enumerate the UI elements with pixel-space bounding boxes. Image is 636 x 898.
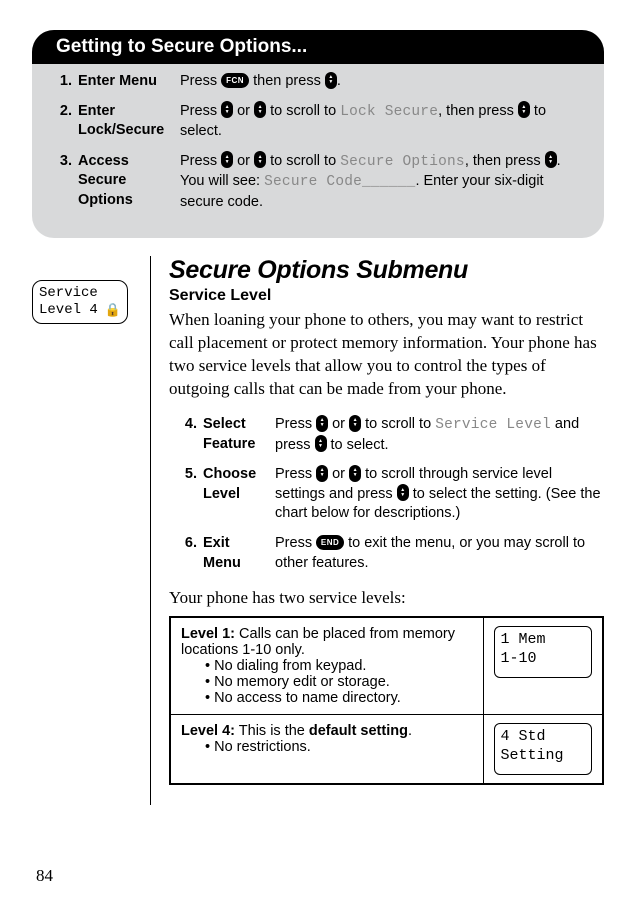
scroll-key-icon: [349, 415, 361, 432]
table-row: Level 1: Calls can be placed from memory…: [170, 617, 603, 715]
step-label: Choose Level: [203, 465, 275, 524]
step-desc: Press or to scroll to Lock Secure, then …: [180, 102, 584, 142]
submenu-steps: 4.Select FeaturePress or to scroll to Se…: [169, 415, 604, 573]
levels-intro: Your phone has two service levels:: [169, 587, 604, 610]
step-row: 3.Access Secure OptionsPress or to scrol…: [56, 152, 584, 213]
step-row: 5.Choose LevelPress or to scroll through…: [181, 465, 604, 524]
step-desc: Press FCN then press .: [180, 72, 584, 92]
level-bullet: • No access to name directory.: [205, 690, 473, 706]
scroll-key-icon: [349, 465, 361, 482]
lcd-text: Lock Secure: [340, 104, 438, 120]
level-screen-cell: 4 StdSetting: [483, 715, 603, 785]
side-lcd-box: Service Level 4 🔒: [32, 280, 128, 324]
lcd-text: Secure Options: [340, 154, 465, 170]
scroll-key-icon: [316, 465, 328, 482]
side-lcd-line1: Service: [39, 285, 121, 302]
step-row: 1.Enter MenuPress FCN then press .: [56, 72, 584, 92]
step-row: 2.Enter Lock/SecurePress or to scroll to…: [56, 102, 584, 142]
step-label: Exit Menu: [203, 534, 275, 573]
scroll-key-icon: [316, 415, 328, 432]
side-column: Service Level 4 🔒: [32, 256, 150, 324]
step-number: 3.: [56, 152, 78, 213]
submenu-title: Secure Options Submenu: [169, 256, 604, 285]
step-row: 4.Select FeaturePress or to scroll to Se…: [181, 415, 604, 455]
scroll-key-icon: [254, 151, 266, 168]
levels-table: Level 1: Calls can be placed from memory…: [169, 616, 604, 785]
scroll-key-icon: [254, 101, 266, 118]
lock-icon: 🔒: [105, 303, 121, 319]
scroll-key-icon: [518, 101, 530, 118]
step-number: 4.: [181, 415, 203, 455]
intro-paragraph: When loaning your phone to others, you m…: [169, 309, 604, 401]
scroll-key-icon: [325, 72, 337, 89]
end-key-icon: END: [316, 535, 344, 550]
level-desc-cell: Level 1: Calls can be placed from memory…: [170, 617, 483, 715]
step-desc: Press END to exit the menu, or you may s…: [275, 534, 604, 573]
getting-to-panel: Getting to Secure Options... 1.Enter Men…: [32, 30, 604, 238]
table-row: Level 4: This is the default setting.• N…: [170, 715, 603, 785]
scroll-key-icon: [397, 484, 409, 501]
scroll-key-icon: [221, 101, 233, 118]
step-row: 6.Exit MenuPress END to exit the menu, o…: [181, 534, 604, 573]
step-label: Enter Menu: [78, 72, 180, 92]
scroll-key-icon: [315, 435, 327, 452]
step-desc: Press or to scroll to Service Level and …: [275, 415, 604, 455]
level-bullet: • No dialing from keypad.: [205, 658, 473, 674]
step-number: 6.: [181, 534, 203, 573]
step-label: Enter Lock/Secure: [78, 102, 180, 142]
level-desc-cell: Level 4: This is the default setting.• N…: [170, 715, 483, 785]
step-number: 1.: [56, 72, 78, 92]
lcd-text: Secure Code______: [264, 174, 415, 190]
step-number: 2.: [56, 102, 78, 142]
level-lcd-screen: 1 Mem1-10: [494, 626, 593, 678]
level-screen-cell: 1 Mem1-10: [483, 617, 603, 715]
two-col: Service Level 4 🔒 Secure Options Submenu…: [32, 256, 604, 805]
side-lcd-line2: Level 4: [39, 302, 98, 318]
section-heading: Service Level: [169, 287, 604, 305]
main-column: Secure Options Submenu Service Level Whe…: [150, 256, 604, 805]
step-desc: Press or to scroll through service level…: [275, 465, 604, 524]
step-number: 5.: [181, 465, 203, 524]
step-desc: Press or to scroll to Secure Options, th…: [180, 152, 584, 213]
level-bullet: • No memory edit or storage.: [205, 674, 473, 690]
level-bullet: • No restrictions.: [205, 739, 473, 755]
lcd-text: Service Level: [435, 417, 551, 433]
scroll-key-icon: [545, 151, 557, 168]
panel-header: Getting to Secure Options...: [32, 30, 604, 64]
scroll-key-icon: [221, 151, 233, 168]
step-label: Access Secure Options: [78, 152, 180, 213]
step-label: Select Feature: [203, 415, 275, 455]
fcn-key-icon: FCN: [221, 73, 249, 88]
level-lcd-screen: 4 StdSetting: [494, 723, 593, 775]
page-number: 84: [36, 866, 53, 886]
panel-steps: 1.Enter MenuPress FCN then press . 2.Ente…: [32, 64, 604, 226]
